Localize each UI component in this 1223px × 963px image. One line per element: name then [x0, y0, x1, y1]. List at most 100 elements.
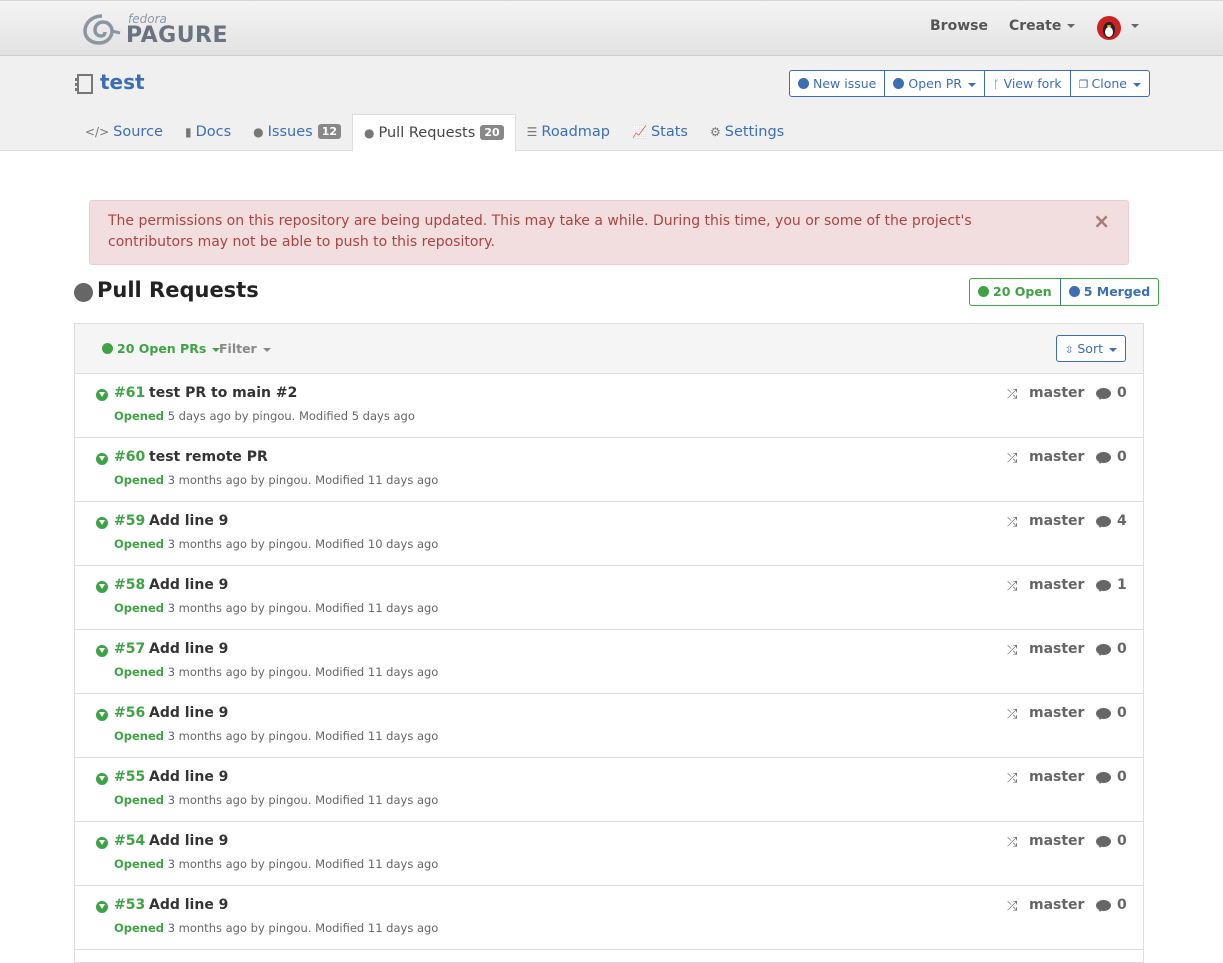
shuffle-icon: ⤮: [1007, 451, 1018, 466]
pr-row[interactable]: #57 Add line 9 Opened 3 months ago by ping…: [75, 630, 1143, 694]
pr-meta-text: 3 months ago by pingou. Modified 11 days…: [167, 601, 439, 615]
pr-row[interactable]: #55 Add line 9 Opened 3 months ago by ping…: [75, 758, 1143, 822]
tab-docs[interactable]: ▮ Docs: [174, 114, 242, 151]
logo-pagure-text: PAGURE: [126, 23, 229, 48]
pr-open-icon: [96, 389, 108, 401]
pr-title-link[interactable]: Add line 9: [149, 641, 228, 657]
sort-icon: ⇳: [1064, 345, 1074, 356]
pr-open-icon: [96, 837, 108, 849]
pr-title-link[interactable]: Add line 9: [149, 833, 228, 849]
pr-opened-label: Opened: [114, 729, 165, 743]
arrow-circle-down-icon: [893, 78, 905, 89]
tab-issues[interactable]: ● Issues 12: [242, 114, 352, 151]
pr-title-link[interactable]: test remote PR: [149, 449, 268, 465]
pr-opened-label: Opened: [114, 921, 165, 935]
pr-opened-label: Opened: [114, 409, 165, 423]
user-menu-chevron-icon[interactable]: [1131, 24, 1139, 28]
pr-meta-text: 3 months ago by pingou. Modified 10 days…: [167, 537, 439, 551]
clone-button[interactable]: ❐ Clone: [1071, 71, 1149, 96]
pr-open-icon: [96, 517, 108, 529]
shuffle-icon: ⤮: [1007, 387, 1018, 402]
comment-icon: [1096, 644, 1111, 656]
pr-number-link[interactable]: #59: [114, 513, 145, 529]
create-menu[interactable]: Create: [1009, 18, 1076, 34]
open-icon: [102, 343, 113, 354]
pr-meta-text: 3 months ago by pingou. Modified 11 days…: [167, 793, 439, 807]
tab-label: Settings: [724, 124, 785, 140]
comment-icon: [1096, 452, 1111, 464]
pr-title-link[interactable]: Add line 9: [149, 769, 228, 785]
open-badge-label: 20 Open: [993, 284, 1052, 299]
filter-label: Filter: [219, 341, 257, 356]
pr-number-link[interactable]: #55: [114, 769, 145, 785]
sort-button[interactable]: ⇳ Sort: [1056, 335, 1126, 362]
pr-number-link[interactable]: #53: [114, 897, 145, 913]
repo-name-link[interactable]: test: [100, 70, 145, 94]
pr-number-link[interactable]: #58: [114, 577, 145, 593]
close-icon[interactable]: ×: [1093, 211, 1110, 232]
open-prs-badge[interactable]: 20 Open: [970, 279, 1061, 305]
pr-opened-label: Opened: [114, 537, 165, 551]
repo-actions: New issue Open PR ᚴ View fork ❐ Clone: [789, 70, 1150, 97]
pr-opened-label: Opened: [114, 473, 165, 487]
user-avatar[interactable]: [1097, 16, 1121, 40]
view-fork-button[interactable]: ᚴ View fork: [985, 71, 1071, 96]
pr-meta-text: 3 months ago by pingou. Modified 11 days…: [167, 921, 439, 935]
alert-text: The permissions on this repository are b…: [108, 213, 972, 250]
clone-label: Clone: [1091, 76, 1127, 91]
new-issue-button[interactable]: New issue: [790, 71, 886, 96]
pr-row[interactable]: #58 Add line 9 Opened 3 months ago by ping…: [75, 566, 1143, 630]
arrow-circle-down-icon: ●: [364, 126, 375, 140]
pr-meta-text: 3 months ago by pingou. Modified 11 days…: [167, 729, 439, 743]
sort-label: Sort: [1077, 341, 1103, 356]
top-navbar: fedora PAGURE Browse Create: [0, 0, 1223, 56]
pr-row[interactable]: #60 test remote PR Opened 3 months ago by …: [75, 438, 1143, 502]
open-prs-dropdown[interactable]: 20 Open PRs: [102, 341, 221, 356]
tab-label: Stats: [650, 124, 688, 140]
pr-number-link[interactable]: #56: [114, 705, 145, 721]
tab-settings[interactable]: ⚙ Settings: [699, 114, 795, 151]
pr-title-link[interactable]: test PR to main #2: [149, 385, 297, 401]
pr-meta: Opened 3 months ago by pingou. Modified …: [114, 793, 438, 807]
fork-icon: ᚴ: [992, 78, 1000, 91]
comment-icon: [1096, 388, 1111, 400]
filter-dropdown[interactable]: Filter: [219, 341, 271, 356]
pr-row[interactable]: #54 Add line 9 Opened 3 months ago by ping…: [75, 822, 1143, 886]
tab-pull-requests[interactable]: ● Pull Requests 20: [352, 114, 516, 152]
pr-number-link[interactable]: #61: [114, 385, 145, 401]
open-pr-label: Open PR: [908, 76, 962, 91]
tab-stats[interactable]: 📈 Stats: [621, 114, 699, 151]
pr-row[interactable]: #56 Add line 9 Opened 3 months ago by ping…: [75, 694, 1143, 758]
pr-row[interactable]: #59 Add line 9 Opened 3 months ago by ping…: [75, 502, 1143, 566]
merged-prs-badge[interactable]: 5 Merged: [1061, 279, 1159, 305]
pr-open-icon: [96, 773, 108, 785]
pr-title-link[interactable]: Add line 9: [149, 513, 228, 529]
pr-title-link[interactable]: Add line 9: [149, 897, 228, 913]
pr-row[interactable]: #61 test PR to main #2 Opened 5 days ago b…: [75, 374, 1143, 438]
pr-opened-label: Opened: [114, 601, 165, 615]
pr-title-link[interactable]: Add line 9: [149, 705, 228, 721]
pr-target-branch: master: [1029, 641, 1085, 657]
shuffle-icon: ⤮: [1007, 515, 1018, 530]
pr-title-link[interactable]: Add line 9: [149, 577, 228, 593]
merged-icon: [1068, 286, 1080, 297]
tab-label: Roadmap: [541, 124, 610, 140]
tab-roadmap[interactable]: ☰ Roadmap: [516, 114, 621, 151]
pr-status-toggle: 20 Open 5 Merged: [969, 278, 1160, 306]
chevron-down-icon: [1109, 347, 1117, 352]
open-pr-button[interactable]: Open PR: [885, 71, 985, 96]
pr-number-link[interactable]: #54: [114, 833, 145, 849]
shuffle-icon: ⤮: [1007, 835, 1018, 850]
exclamation-circle-icon: [798, 78, 809, 89]
tab-source[interactable]: </> Source: [74, 114, 174, 151]
pr-meta: Opened 3 months ago by pingou. Modified …: [114, 665, 438, 679]
pr-target-branch: master: [1029, 577, 1085, 593]
pr-list-panel: 20 Open PRs Filter ⇳ Sort #61 test PR to m…: [74, 323, 1144, 963]
pr-number-link[interactable]: #60: [114, 449, 145, 465]
pr-comment-count: 0: [1117, 833, 1127, 849]
browse-link[interactable]: Browse: [930, 18, 988, 34]
pr-row[interactable]: #53 Add line 9 Opened 3 months ago by ping…: [75, 886, 1143, 950]
pr-number-link[interactable]: #57: [114, 641, 145, 657]
pagure-logo[interactable]: fedora PAGURE: [82, 12, 228, 48]
tux-icon: [1103, 22, 1115, 38]
